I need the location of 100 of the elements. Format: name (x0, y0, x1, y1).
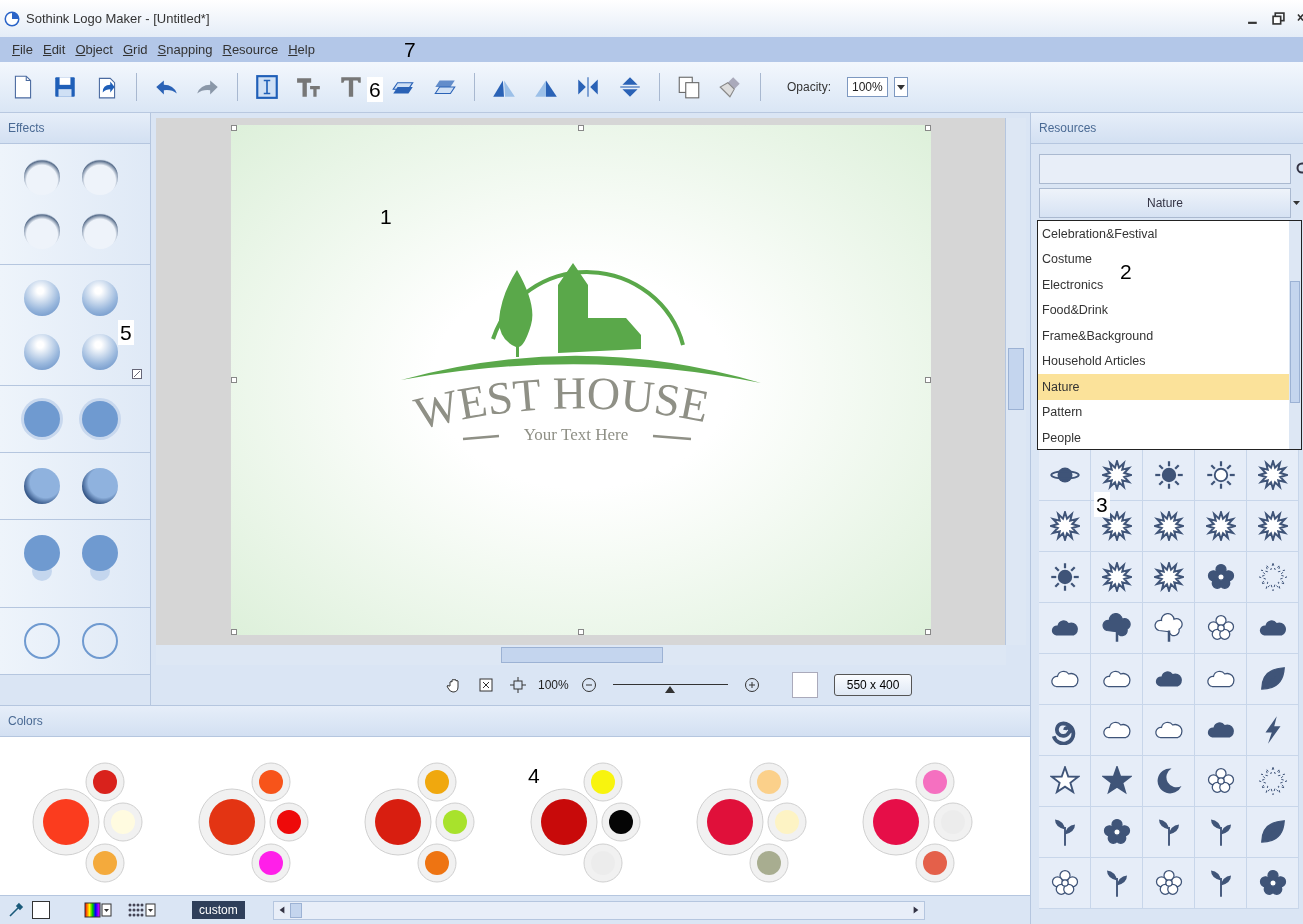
color-swatch[interactable] (417, 843, 457, 883)
flower-icon[interactable] (1257, 868, 1288, 898)
effect-swatch[interactable] (24, 159, 60, 195)
color-swatch[interactable] (85, 762, 125, 802)
current-color-swatch[interactable] (32, 901, 50, 919)
menu-item[interactable]: Grid (122, 42, 148, 57)
grid-dots-icon[interactable] (128, 902, 156, 918)
color-swatch[interactable] (251, 762, 291, 802)
color-swatch[interactable] (749, 843, 789, 883)
effect-swatch[interactable] (82, 159, 118, 195)
custom-label[interactable]: custom (192, 901, 245, 919)
flower-outline-icon[interactable] (1049, 868, 1080, 898)
effect-swatch[interactable] (24, 468, 60, 504)
menu-item[interactable]: File (12, 42, 33, 57)
restore-icon[interactable] (1272, 12, 1285, 25)
text-frame-icon[interactable] (254, 74, 280, 100)
list-scrollbar[interactable] (1289, 221, 1301, 449)
category-item[interactable]: Celebration&Festival (1038, 221, 1289, 247)
color-swatch[interactable] (364, 788, 432, 856)
sun-icon[interactable] (1153, 460, 1184, 490)
text-icon[interactable] (338, 74, 364, 100)
menu-item[interactable]: Edit (42, 42, 66, 57)
effect-swatch[interactable] (82, 213, 118, 249)
selection-handle[interactable] (925, 125, 931, 131)
save-icon[interactable] (52, 74, 78, 100)
effect-swatch[interactable] (82, 401, 118, 437)
effect-swatch[interactable] (24, 280, 60, 316)
color-swatch[interactable] (85, 843, 125, 883)
selection-handle[interactable] (231, 629, 237, 635)
effect-swatch[interactable] (82, 280, 118, 316)
category-item[interactable]: Household Articles (1038, 348, 1289, 374)
category-item[interactable]: Nature (1038, 374, 1289, 400)
edit-icon[interactable] (132, 369, 142, 379)
sunburst-icon[interactable] (1205, 511, 1236, 541)
selection-handle[interactable] (578, 629, 584, 635)
sunburst-icon[interactable] (1101, 562, 1132, 592)
flower-outline-icon[interactable] (1205, 766, 1236, 796)
sunburst-icon[interactable] (1257, 460, 1288, 490)
actual-size-icon[interactable] (510, 677, 526, 693)
color-swatch[interactable] (269, 802, 309, 842)
star-icon[interactable] (1101, 766, 1132, 796)
color-swatch[interactable] (749, 762, 789, 802)
category-item[interactable]: Frame&Background (1038, 323, 1289, 349)
category-item[interactable]: People (1038, 425, 1289, 451)
hand-icon[interactable] (446, 677, 462, 693)
color-swatch[interactable] (696, 788, 764, 856)
effect-swatch[interactable] (24, 401, 60, 437)
opacity-field[interactable]: 100% (847, 77, 888, 97)
sunburst-icon[interactable] (1101, 511, 1132, 541)
search-icon[interactable] (1295, 162, 1303, 176)
effect-swatch[interactable] (24, 213, 60, 249)
menu-item[interactable]: Snapping (157, 42, 213, 57)
effect-swatch[interactable] (24, 623, 60, 659)
color-swatch[interactable] (862, 788, 930, 856)
slider-thumb[interactable] (665, 686, 676, 693)
selection-handle[interactable] (925, 629, 931, 635)
color-swatch[interactable] (103, 802, 143, 842)
flower-outline-icon[interactable] (1205, 613, 1236, 643)
category-item[interactable]: Pattern (1038, 399, 1289, 425)
effect-swatch[interactable] (24, 334, 60, 370)
color-swatch[interactable] (251, 843, 291, 883)
menu-item[interactable]: Object (75, 42, 113, 57)
category-dropdown[interactable]: Nature (1039, 188, 1291, 218)
sunburst-icon[interactable] (1153, 562, 1184, 592)
sunburst-icon[interactable] (1257, 511, 1288, 541)
color-swatch[interactable] (32, 788, 100, 856)
menu-item[interactable]: Resource (222, 42, 279, 57)
horizontal-scrollbar[interactable] (272, 900, 925, 920)
color-swatch[interactable] (915, 843, 955, 883)
copy-icon[interactable] (676, 74, 702, 100)
color-swatch[interactable] (417, 762, 457, 802)
selection-handle[interactable] (231, 377, 237, 383)
sunburst-icon[interactable] (1101, 460, 1132, 490)
search-field[interactable] (1039, 154, 1291, 184)
color-swatch[interactable] (435, 802, 475, 842)
color-swatch[interactable] (933, 802, 973, 842)
color-swatch[interactable] (198, 788, 266, 856)
sparkle-icon[interactable] (1257, 562, 1288, 592)
category-item[interactable]: Food&Drink (1038, 297, 1289, 323)
selection-handle[interactable] (925, 377, 931, 383)
star-outline-icon[interactable] (1049, 766, 1080, 796)
tree-outline-icon[interactable] (1153, 613, 1184, 643)
flower-outline-icon[interactable] (1153, 868, 1184, 898)
sun-outline-icon[interactable] (1205, 460, 1236, 490)
sunburst-icon[interactable] (1049, 511, 1080, 541)
effect-swatch[interactable] (82, 623, 118, 659)
background-color-button[interactable] (791, 672, 818, 698)
spectrum-icon[interactable] (84, 902, 112, 918)
flower-icon[interactable] (1205, 562, 1236, 592)
color-swatch[interactable] (583, 843, 623, 883)
color-swatch[interactable] (583, 762, 623, 802)
selection-handle[interactable] (231, 125, 237, 131)
zoom-out-icon[interactable] (580, 677, 597, 693)
selection-handle[interactable] (578, 125, 584, 131)
sun-icon[interactable] (1049, 562, 1080, 592)
sparkle-icon[interactable] (1257, 766, 1288, 796)
scroll-thumb[interactable] (289, 902, 302, 918)
effect-swatch[interactable] (82, 334, 118, 370)
flower-icon[interactable] (1101, 817, 1132, 847)
fit-page-icon[interactable] (478, 677, 494, 693)
